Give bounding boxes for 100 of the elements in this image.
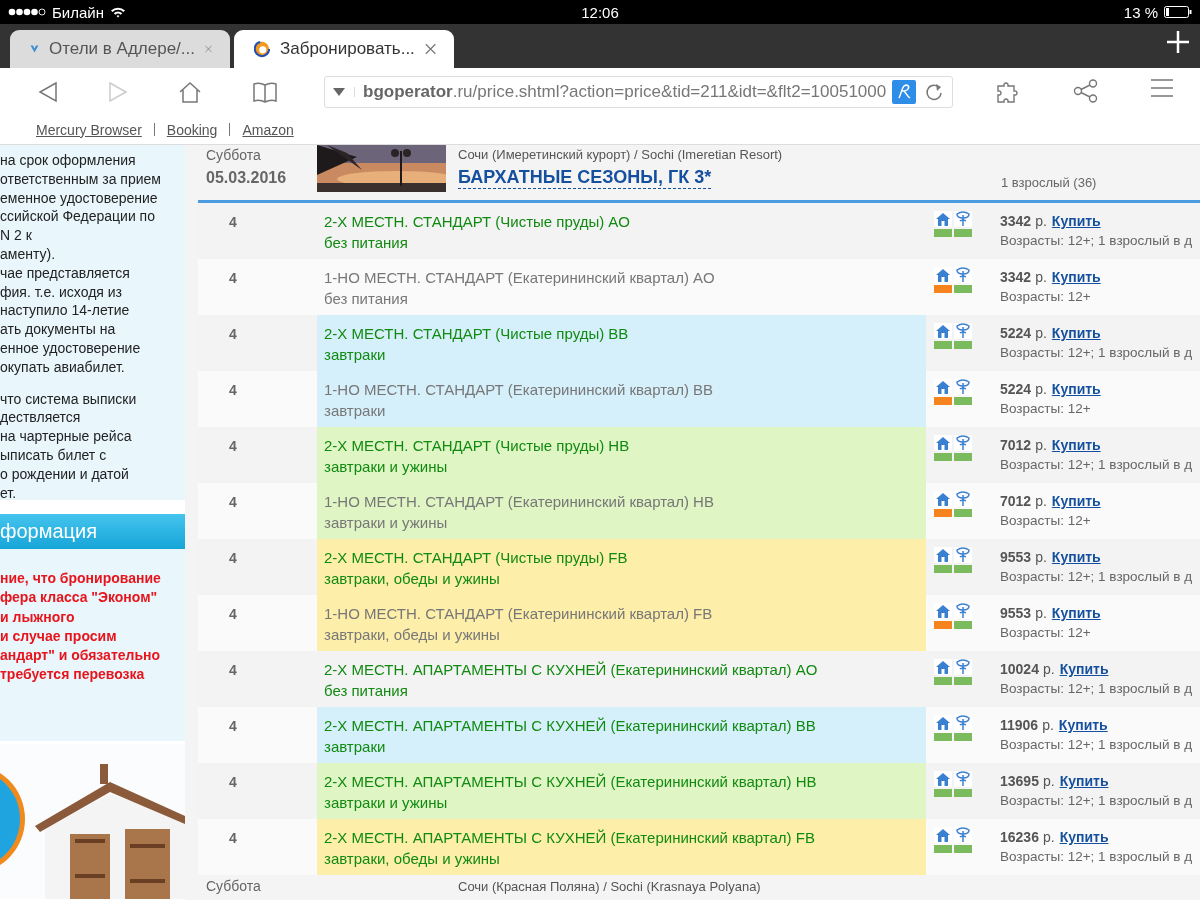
currency-label: р.: [1035, 269, 1047, 285]
notice-text: чае представляется фия. т.е. исходя из наступило 14-летие ать документы на енное удостоверение окупать авиабилет.: [0, 263, 142, 377]
share-icon[interactable]: [1073, 78, 1100, 103]
ages-label: Возрасты: 12+; 1 взрослый в д: [1000, 736, 1192, 754]
room-cell: 2-Х МЕСТН. СТАНДАРТ (Чистые пруды) FB завтраки, обеды и ужины: [317, 539, 926, 595]
new-tab-icon[interactable]: [1166, 30, 1190, 54]
dropdown-icon[interactable]: [333, 86, 345, 97]
ages-label: Возрасты: 12+; 1 взрослый в д: [1000, 344, 1192, 362]
close-icon[interactable]: [424, 42, 436, 56]
buy-link[interactable]: Купить: [1051, 213, 1101, 229]
currency-label: р.: [1042, 717, 1054, 733]
notice-text: что система выписки дествляется на чартерные рейса ыписать билет с о рождении и датой ет.: [0, 389, 138, 503]
site-logo-icon: [254, 39, 270, 59]
availability-bar: [954, 397, 972, 405]
price-value: 3342: [1000, 269, 1032, 285]
buy-link[interactable]: Купить: [1059, 829, 1109, 845]
bookmark-link[interactable]: Mercury Browser: [36, 121, 142, 138]
currency-label: р.: [1042, 829, 1055, 845]
bookmark-link[interactable]: Amazon: [242, 121, 294, 138]
date-label: 05.03.2016: [206, 169, 288, 187]
nights-cell-text: 4: [228, 549, 238, 568]
location-label: Сочи (Имеретинский курорт) / Sochi (Imeretian Resort): [458, 147, 784, 162]
room-cell: 1-НО МЕСТН. СТАНДАРТ (Екатерининский квартал) FB завтраки, обеды и ужины: [317, 595, 926, 651]
medical-icon: [954, 211, 972, 227]
availability-bar: [954, 229, 972, 237]
nights-cell-text: 4: [228, 437, 238, 456]
address-field[interactable]: bgoperator.ru/price.shtml?action=price&tid=211&idt=&flt2=10051000: [324, 75, 954, 108]
medical-icon: [954, 771, 972, 787]
buy-link[interactable]: Купить: [1051, 325, 1101, 341]
reload-icon[interactable]: [924, 81, 945, 102]
bookmark-link[interactable]: Booking: [166, 121, 218, 138]
availability-bar: [954, 677, 972, 685]
wifi-icon: [110, 6, 126, 18]
price-value: 13695: [1000, 773, 1039, 789]
nights-cell-text: 4: [228, 325, 238, 344]
weekday-label: Суббота: [206, 147, 262, 163]
price-value: 9553: [1000, 549, 1032, 565]
buy-link[interactable]: Купить: [1051, 549, 1101, 565]
signal-icon: [8, 8, 46, 16]
house-icon: [934, 659, 952, 675]
battery-icon: [1164, 6, 1192, 18]
price-value: 11906: [1000, 717, 1039, 733]
ages-label: Возрасты: 12+; 1 взрослый в д: [1000, 680, 1192, 698]
medical-icon: [954, 547, 972, 563]
price-value: 5224: [1000, 325, 1032, 341]
nights-cell-text: 4: [228, 717, 238, 736]
house-icon: [934, 379, 952, 395]
buy-link[interactable]: Купить: [1059, 661, 1109, 677]
weekday-label: Суббота: [206, 879, 262, 894]
notice-text: на срок оформления ответственным за прием еменное удостоверение ссийской Федерации по N 2 к аменту).: [0, 151, 162, 264]
room-cell: 2-Х МЕСТН. АПАРТАМЕНТЫ С КУХНЕЙ (Екатерининский квартал) HB завтраки и ужины: [317, 763, 926, 819]
medical-icon: [954, 435, 972, 451]
price-value: 16236: [1000, 829, 1039, 845]
medical-icon: [954, 715, 972, 731]
section-heading: формация: [0, 514, 185, 549]
house-icon: [934, 211, 952, 227]
reader-icon[interactable]: [892, 79, 917, 104]
ages-label: Возрасты: 12+; 1 взрослый в д: [1000, 456, 1192, 474]
medical-icon: [954, 659, 972, 675]
availability-bar: [954, 565, 972, 573]
clock-time: 12:06: [581, 3, 619, 21]
nights-cell-text: 4: [228, 773, 238, 792]
battery-percent: 13 %: [1123, 3, 1158, 21]
browser-tab[interactable]: Забронировать...: [234, 30, 454, 68]
availability-bar: [954, 789, 972, 797]
house-icon: [934, 715, 952, 731]
currency-label: р.: [1035, 325, 1047, 341]
house-icon: [934, 771, 952, 787]
price-value: 3342: [1000, 213, 1032, 229]
book-icon[interactable]: [252, 80, 278, 103]
availability-bar: [954, 285, 972, 293]
availability-bar: [954, 845, 972, 853]
carrier-name: Билайн: [52, 3, 104, 21]
buy-link[interactable]: Купить: [1051, 605, 1101, 621]
nights-cell-text: 4: [228, 381, 238, 400]
nights-cell-text: 4: [228, 269, 238, 288]
home-icon[interactable]: [178, 80, 202, 103]
room-cell: 2-Х МЕСТН. СТАНДАРТ (Чистые пруды) BB завтраки: [317, 315, 926, 371]
menu-icon[interactable]: [1151, 78, 1174, 97]
warning-text: ние, что бронирование фера класса "Эконом" и лыжного и случае просим андарт" и обязательно требуется перевозка: [0, 549, 185, 741]
room-cell: 2-Х МЕСТН. АПАРТАМЕНТЫ С КУХНЕЙ (Екатерининский квартал) BB завтраки: [317, 707, 926, 763]
room-cell: 1-НО МЕСТН. СТАНДАРТ (Екатерининский квартал) HB завтраки и ужины: [317, 483, 926, 539]
medical-icon: [954, 603, 972, 619]
currency-label: р.: [1035, 493, 1047, 509]
hotel-name-link[interactable]: БАРХАТНЫЕ СЕЗОНЫ, ГК 3*: [458, 167, 712, 189]
back-icon[interactable]: [38, 80, 58, 103]
buy-link[interactable]: Купить: [1051, 493, 1101, 509]
buy-link[interactable]: Купить: [1051, 269, 1101, 285]
guests-label: 1 взрослый (36): [1001, 175, 1097, 190]
nights-cell-text: 4: [228, 493, 238, 512]
browser-tab[interactable]: Отели в Адлере/...: [10, 30, 230, 68]
ages-label: Возрасты: 12+: [1000, 512, 1092, 530]
buy-link[interactable]: Купить: [1059, 773, 1109, 789]
buy-link[interactable]: Купить: [1051, 437, 1101, 453]
buy-link[interactable]: Купить: [1058, 717, 1108, 733]
buy-link[interactable]: Купить: [1051, 381, 1101, 397]
currency-label: р.: [1035, 605, 1047, 621]
nights-cell-text: 4: [228, 829, 238, 848]
ages-label: Возрасты: 12+; 1 взрослый в д: [1000, 792, 1192, 810]
nights-cell-text: 4: [228, 661, 238, 680]
